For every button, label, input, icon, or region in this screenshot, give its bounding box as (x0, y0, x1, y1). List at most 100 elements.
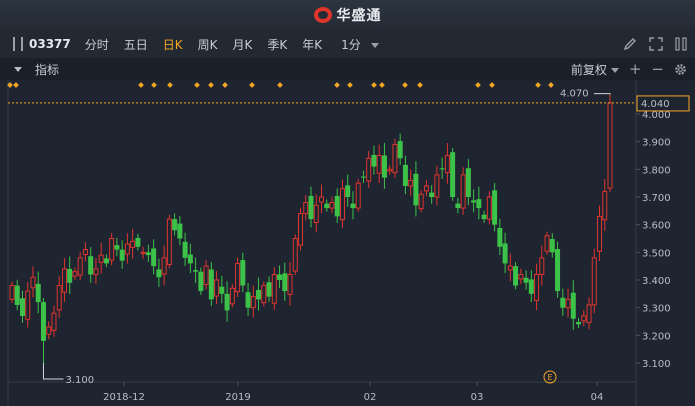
candle-body (56, 285, 62, 311)
candle-body (523, 277, 529, 283)
layout-toggle-icon[interactable] (675, 37, 687, 51)
candle-body (292, 238, 298, 272)
candle-body (486, 196, 492, 220)
candle-body (119, 249, 125, 261)
candle-body (549, 239, 555, 253)
adjust-select[interactable]: 前复权 (571, 61, 619, 78)
candle-body (413, 173, 419, 206)
candle-body (187, 254, 193, 264)
candle-body (124, 243, 130, 255)
candle-body (130, 240, 136, 248)
candle-body (203, 265, 209, 285)
candle-body (72, 271, 78, 277)
candle-body (214, 279, 220, 297)
candle-body (355, 182, 361, 209)
candle-body (82, 249, 88, 256)
time-tick-label: 2018-12 (103, 392, 145, 403)
candle-body (387, 168, 393, 172)
chart-toolbar: 03377 分时 五日 日K 周K 月K 季K 年K 1分 (0, 30, 695, 59)
fullscreen-icon[interactable] (649, 37, 663, 51)
candle-body (103, 258, 109, 264)
candle-body (576, 322, 582, 325)
candle-body (360, 176, 366, 178)
price-tick-label: 3.400 (642, 276, 671, 287)
candle-body (339, 188, 345, 221)
chevron-down-icon (370, 42, 379, 48)
candle-body (261, 285, 267, 304)
time-tick-label: 04 (591, 392, 604, 403)
candle-body (156, 269, 162, 278)
stock-code: 03377 (29, 37, 71, 51)
candle-body (492, 190, 498, 225)
candle-body (51, 312, 57, 331)
current-price-label: 4.040 (641, 99, 670, 110)
candle-body (140, 251, 146, 254)
candle-body (392, 143, 398, 174)
candle-body (366, 157, 372, 182)
candlestick-chart[interactable]: 4.000 3.900 3.800 3.700 3.600 3.500 3.400 3.300… (0, 80, 695, 406)
candle-body (46, 326, 52, 335)
collapse-triangle-icon[interactable] (14, 66, 22, 72)
candle-body (198, 271, 204, 292)
candle-body (471, 200, 477, 203)
candle-body (166, 218, 172, 266)
candle-body (324, 203, 330, 209)
panel-handle-icon[interactable] (13, 37, 23, 51)
candle-body (19, 298, 25, 316)
price-tick-label: 4.000 (642, 110, 671, 121)
candle-body (114, 245, 120, 250)
time-tick-label: 2019 (225, 392, 250, 403)
tab-yearly-k[interactable]: 年K (302, 36, 322, 53)
candle-body (88, 256, 94, 275)
settings-icon[interactable] (674, 63, 687, 76)
candle-body (434, 174, 440, 198)
tab-weekly-k[interactable]: 周K (198, 36, 218, 53)
candle-body (235, 262, 241, 293)
tab-quarterly-k[interactable]: 季K (267, 36, 287, 53)
tab-five-day[interactable]: 五日 (124, 36, 148, 53)
candle-body (429, 192, 435, 197)
candle-body (507, 265, 513, 271)
candle-body (30, 276, 36, 289)
add-icon[interactable]: + (629, 61, 642, 77)
candle-body (602, 190, 608, 221)
candle-body (534, 273, 540, 301)
candle-body (329, 202, 335, 209)
tab-daily-k[interactable]: 日K (163, 36, 183, 53)
candle-body (177, 223, 183, 239)
candle-body (423, 185, 429, 192)
price-tick-label: 3.800 (642, 165, 671, 176)
price-tick-label: 3.600 (642, 221, 671, 232)
indicator-bar: 指标 前复权 + − (0, 58, 695, 81)
candle-body (502, 243, 508, 264)
candle-body (240, 260, 246, 286)
app-name: 华盛通 (336, 8, 382, 24)
candle-body (219, 286, 225, 294)
candle-body (476, 199, 482, 209)
candle-body (465, 168, 471, 197)
candle-body (381, 155, 387, 178)
candle-body (460, 174, 466, 209)
minute-select-value: 1分 (341, 37, 361, 52)
candle-body (555, 249, 561, 292)
candle-body (224, 293, 230, 311)
minute-select[interactable]: 1分 (341, 36, 379, 53)
price-tick-label: 3.100 (642, 359, 671, 370)
candle-body (418, 193, 424, 210)
app-title-bar: 华盛通 (0, 0, 695, 31)
candle-body (334, 195, 340, 217)
price-tick-label: 3.900 (642, 138, 671, 149)
draw-icon[interactable] (623, 37, 637, 51)
candle-body (25, 290, 31, 320)
indicator-label[interactable]: 指标 (35, 61, 59, 78)
candle-body (145, 252, 151, 256)
tab-monthly-k[interactable]: 月K (233, 36, 253, 53)
candle-body (109, 238, 115, 261)
remove-icon[interactable]: − (651, 61, 664, 77)
candle-body (518, 273, 524, 280)
indicator-actions: 前复权 + − (571, 58, 687, 80)
tab-intraday[interactable]: 分时 (85, 36, 109, 53)
candle-body (371, 154, 377, 167)
candle-body (271, 273, 277, 304)
candle-body (497, 227, 503, 247)
